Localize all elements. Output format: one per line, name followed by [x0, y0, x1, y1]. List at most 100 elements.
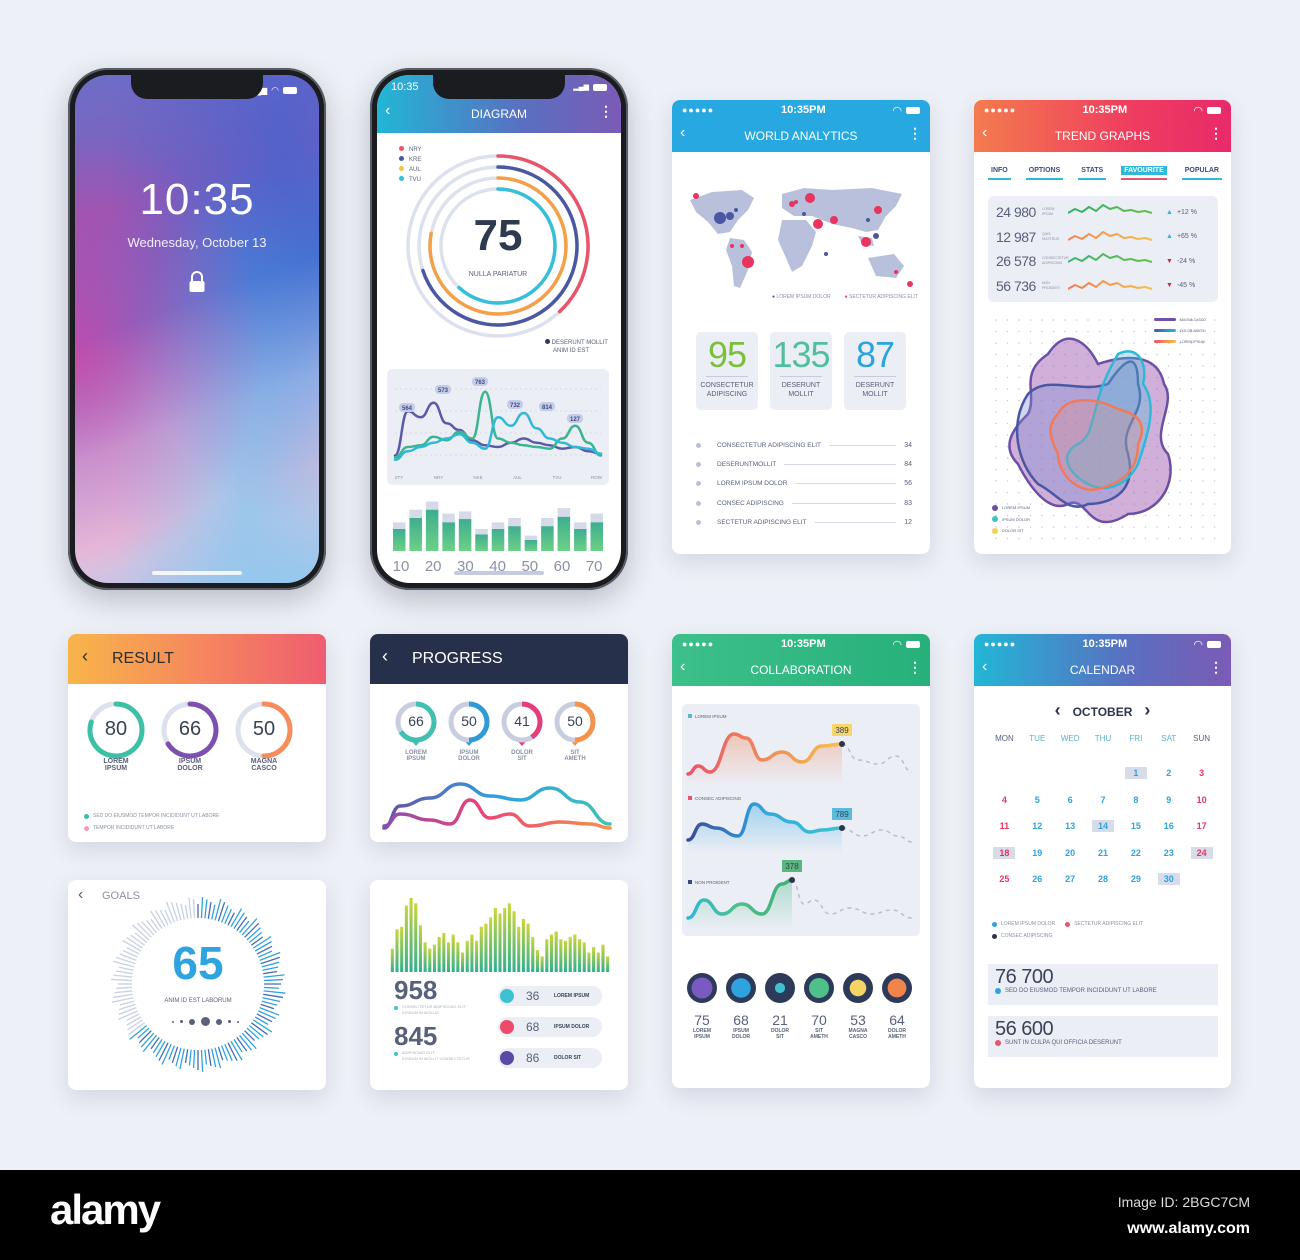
- more-menu-button[interactable]: ⋮: [1209, 659, 1223, 676]
- map-marker[interactable]: [830, 216, 838, 224]
- calendar-day-7[interactable]: 7: [1092, 794, 1114, 806]
- more-menu-button[interactable]: ⋮: [908, 659, 922, 676]
- bar: [590, 522, 603, 551]
- map-marker[interactable]: [714, 212, 726, 224]
- calendar-day-6[interactable]: 6: [1059, 794, 1081, 806]
- map-marker[interactable]: [894, 270, 898, 274]
- back-button[interactable]: ‹: [78, 886, 83, 904]
- map-marker[interactable]: [873, 233, 879, 239]
- calendar-day-18[interactable]: 18: [993, 846, 1016, 859]
- calendar-day-5[interactable]: 5: [1026, 794, 1048, 806]
- back-button[interactable]: ‹: [982, 658, 987, 676]
- home-indicator[interactable]: [454, 571, 544, 575]
- calendar-day-11[interactable]: 11: [993, 820, 1015, 832]
- calendar-day-29[interactable]: 29: [1125, 873, 1147, 885]
- calendar-day-2[interactable]: 2: [1158, 767, 1180, 779]
- map-marker[interactable]: [794, 200, 798, 204]
- map-marker[interactable]: [734, 208, 738, 212]
- calendar-day-16[interactable]: 16: [1158, 820, 1180, 832]
- calendar-day-24[interactable]: 24: [1190, 846, 1213, 859]
- back-button[interactable]: ‹: [82, 646, 88, 667]
- back-button[interactable]: ‹: [385, 102, 390, 120]
- stat-pill[interactable]: 86 DOLOR SIT: [498, 1048, 602, 1068]
- map-marker[interactable]: [813, 219, 823, 229]
- pager-dot-active[interactable]: [201, 1017, 210, 1026]
- pager-dot[interactable]: [237, 1020, 239, 1023]
- endpoint-dot[interactable]: [789, 877, 795, 883]
- stat-pill[interactable]: 68 IPSUM DOLOR: [498, 1017, 602, 1037]
- pager-dot[interactable]: [172, 1020, 174, 1023]
- lock-icon[interactable]: [188, 271, 206, 293]
- calendar-day-1[interactable]: 1: [1124, 767, 1147, 780]
- collab-circle: 64 DOLOR AMETH: [881, 972, 913, 1040]
- calendar-day-15[interactable]: 15: [1125, 820, 1147, 832]
- calendar-day-25[interactable]: 25: [993, 873, 1015, 885]
- back-button[interactable]: ‹: [382, 646, 388, 667]
- calendar-day-3[interactable]: 3: [1191, 767, 1213, 779]
- calendar-day-28[interactable]: 28: [1092, 873, 1114, 885]
- calendar-day-22[interactable]: 22: [1125, 847, 1147, 859]
- back-button[interactable]: ‹: [680, 658, 685, 676]
- calendar-day-13[interactable]: 13: [1059, 820, 1081, 832]
- grid-dot: [1179, 526, 1181, 528]
- sparkline-path: [1068, 279, 1153, 290]
- bar: [425, 509, 439, 551]
- day-cell: 7: [1087, 790, 1120, 808]
- map-marker[interactable]: [861, 237, 871, 247]
- calendar-day-26[interactable]: 26: [1026, 873, 1048, 885]
- map-marker[interactable]: [730, 244, 734, 248]
- calendar-day-21[interactable]: 21: [1092, 847, 1114, 859]
- calendar-day-17[interactable]: 17: [1191, 820, 1213, 832]
- calendar-day-4[interactable]: 4: [993, 794, 1015, 806]
- more-menu-button[interactable]: ⋮: [599, 103, 613, 120]
- calendar-day-30[interactable]: 30: [1157, 873, 1180, 886]
- endpoint-dot[interactable]: [839, 741, 845, 747]
- radial-tick: [112, 993, 133, 999]
- more-menu-button[interactable]: ⋮: [1209, 125, 1223, 142]
- pager-dot[interactable]: [180, 1020, 183, 1023]
- tab-info[interactable]: INFO: [988, 166, 1011, 180]
- stat-pill[interactable]: 36 LOREM IPSUM: [498, 986, 602, 1006]
- back-button[interactable]: ‹: [982, 124, 987, 142]
- calendar-day-10[interactable]: 10: [1191, 794, 1213, 806]
- map-marker[interactable]: [742, 256, 754, 268]
- tab-stats[interactable]: STATS: [1078, 166, 1107, 180]
- map-marker[interactable]: [907, 281, 913, 287]
- calendar-day-12[interactable]: 12: [1026, 820, 1048, 832]
- pager-dot[interactable]: [189, 1018, 195, 1025]
- calendar-day-19[interactable]: 19: [1026, 847, 1048, 859]
- callout-label: 127: [570, 417, 581, 423]
- back-button[interactable]: ‹: [680, 124, 685, 142]
- map-marker[interactable]: [874, 206, 882, 214]
- tab-favourite[interactable]: FAVOURITE: [1121, 166, 1167, 180]
- pager-dot[interactable]: [228, 1020, 231, 1023]
- calendar-day-23[interactable]: 23: [1158, 847, 1180, 859]
- tab-popular[interactable]: POPULAR: [1181, 166, 1222, 180]
- map-marker[interactable]: [802, 212, 806, 216]
- map-marker[interactable]: [726, 212, 734, 220]
- calendar-day-20[interactable]: 20: [1059, 847, 1081, 859]
- grid-dot: [1167, 422, 1170, 425]
- calendar-day-27[interactable]: 27: [1059, 873, 1081, 885]
- map-marker[interactable]: [740, 244, 744, 248]
- grid-dot: [1098, 319, 1101, 321]
- grid-dot: [1110, 342, 1112, 344]
- map-marker[interactable]: [866, 218, 870, 222]
- grid-dot: [1190, 353, 1193, 356]
- home-indicator[interactable]: [152, 571, 242, 575]
- next-month-button[interactable]: ›: [1144, 700, 1150, 720]
- day-cell: 10: [1185, 790, 1218, 808]
- calendar-day-9[interactable]: 9: [1158, 794, 1180, 806]
- tab-options[interactable]: OPTIONS: [1025, 166, 1064, 180]
- endpoint-dot[interactable]: [839, 825, 845, 831]
- calendar-day-8[interactable]: 8: [1125, 794, 1147, 806]
- map-marker[interactable]: [693, 193, 699, 199]
- prev-month-button[interactable]: ‹: [1055, 700, 1061, 720]
- day-cell: 28: [1087, 869, 1120, 887]
- grid-dot: [1202, 388, 1204, 390]
- map-marker[interactable]: [824, 252, 828, 256]
- map-marker[interactable]: [805, 193, 815, 203]
- more-menu-button[interactable]: ⋮: [908, 125, 922, 142]
- pager-dot[interactable]: [216, 1018, 222, 1025]
- calendar-day-14[interactable]: 14: [1092, 820, 1114, 833]
